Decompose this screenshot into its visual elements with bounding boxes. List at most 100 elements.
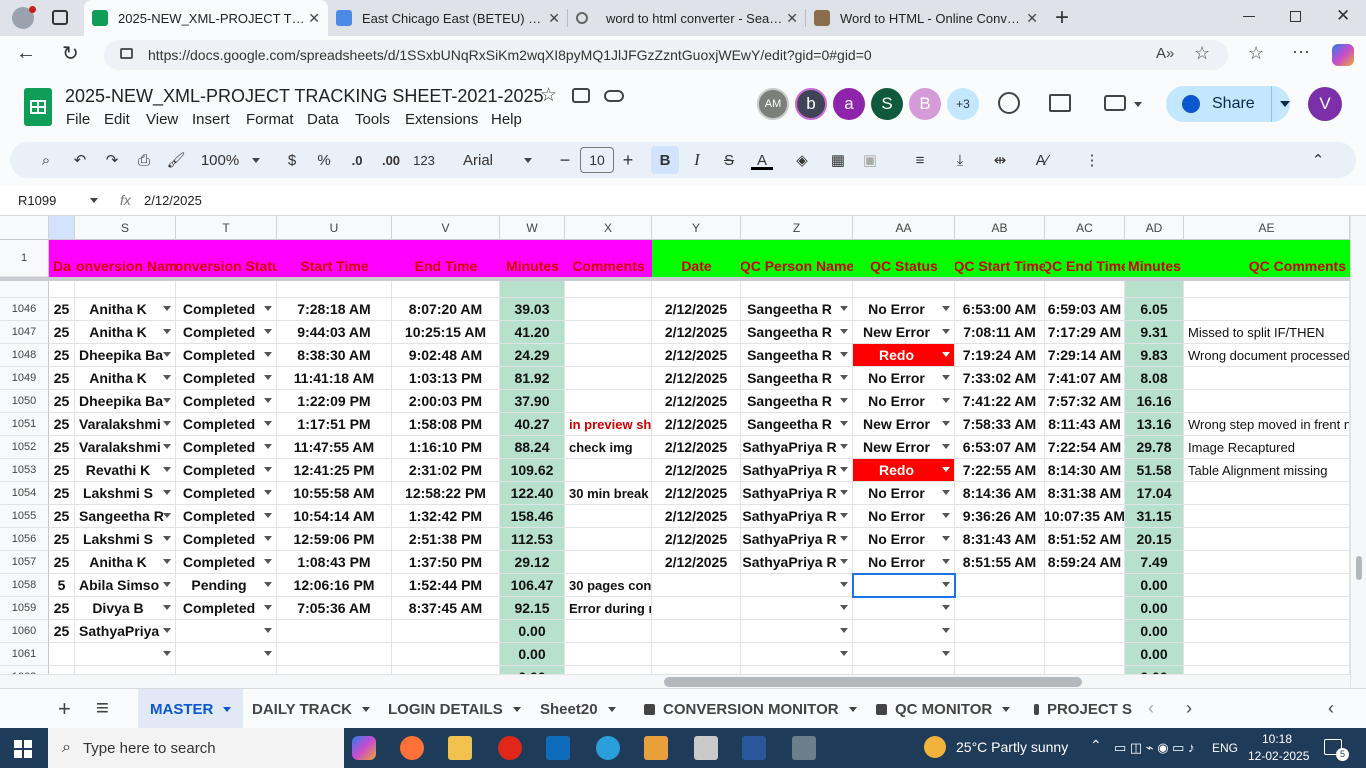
cell[interactable]: Sangeetha R xyxy=(741,367,853,390)
cell[interactable]: 0.00 xyxy=(500,666,565,674)
cell[interactable] xyxy=(741,666,853,674)
system-tray-icons[interactable]: ▭ ◫ ⌁ ◉ ▭ ♪ xyxy=(1114,740,1195,756)
cell[interactable] xyxy=(565,551,652,574)
cell[interactable] xyxy=(1184,551,1350,574)
row-header[interactable]: 1059 xyxy=(0,597,49,620)
column-header[interactable]: T xyxy=(176,216,277,240)
cell[interactable]: 8.08 xyxy=(1125,367,1184,390)
cell[interactable]: New Error xyxy=(853,413,955,436)
cell[interactable]: 109.62 xyxy=(500,459,565,482)
cell[interactable]: 25 xyxy=(49,482,75,505)
cell[interactable]: 24.29 xyxy=(500,344,565,367)
cell[interactable]: 6:53:07 AM xyxy=(955,436,1045,459)
cell[interactable]: 6.05 xyxy=(1125,298,1184,321)
chevron-down-icon[interactable] xyxy=(840,398,848,403)
chevron-down-icon[interactable] xyxy=(252,158,260,163)
cell[interactable] xyxy=(565,321,652,344)
cell[interactable] xyxy=(741,281,853,298)
chevron-down-icon[interactable] xyxy=(264,421,272,426)
chevron-down-icon[interactable] xyxy=(163,444,171,449)
chevron-down-icon[interactable] xyxy=(163,306,171,311)
cell[interactable] xyxy=(1184,528,1350,551)
menu-insert[interactable]: Insert xyxy=(192,111,230,128)
cell[interactable] xyxy=(75,281,176,298)
restore-icon[interactable] xyxy=(1290,11,1301,22)
cell[interactable] xyxy=(1184,367,1350,390)
cell[interactable]: 1:22:09 PM xyxy=(277,390,392,413)
cell[interactable] xyxy=(49,281,75,298)
chevron-down-icon[interactable] xyxy=(840,536,848,541)
collaborator-avatar[interactable]: B xyxy=(909,88,941,120)
cell[interactable] xyxy=(1184,574,1350,597)
more-formats-button[interactable]: 123 xyxy=(412,142,436,178)
cell[interactable] xyxy=(652,620,741,643)
cell[interactable] xyxy=(75,643,176,666)
cell[interactable]: 2:31:02 PM xyxy=(392,459,500,482)
windows-start-icon[interactable] xyxy=(14,740,32,758)
cell[interactable]: 1:58:08 PM xyxy=(392,413,500,436)
row-header[interactable]: 1046 xyxy=(0,298,49,321)
cell[interactable]: 122.40 xyxy=(500,482,565,505)
cell[interactable]: check img xyxy=(565,436,652,459)
cell[interactable]: 8:14:30 AM xyxy=(1045,459,1125,482)
taskbar-search-box[interactable]: ⌕ Type here to search xyxy=(48,728,344,768)
cell[interactable]: 81.92 xyxy=(500,367,565,390)
text-wrapping-icon[interactable]: ⇹ xyxy=(990,142,1010,178)
cell[interactable]: No Error xyxy=(853,367,955,390)
chevron-down-icon[interactable] xyxy=(264,628,272,633)
cell[interactable]: Completed xyxy=(176,390,277,413)
header-cell[interactable]: Conversion Name xyxy=(75,240,176,277)
close-tab-icon[interactable]: ✕ xyxy=(308,10,320,27)
cell[interactable]: 7:22:55 AM xyxy=(955,459,1045,482)
chevron-down-icon[interactable] xyxy=(840,605,848,610)
comments-icon[interactable] xyxy=(1049,94,1071,112)
cell[interactable]: 12:59:06 PM xyxy=(277,528,392,551)
cell[interactable]: 25 xyxy=(49,597,75,620)
favorite-star-icon[interactable]: ☆ xyxy=(1194,43,1210,64)
cell[interactable]: Abila Simso xyxy=(75,574,176,597)
cell[interactable]: Dheepika Ba xyxy=(75,390,176,413)
cell[interactable]: 9.83 xyxy=(1125,344,1184,367)
cell[interactable] xyxy=(652,597,741,620)
chevron-down-icon[interactable] xyxy=(264,605,272,610)
cell[interactable]: 1:08:43 PM xyxy=(277,551,392,574)
percent-format-button[interactable]: % xyxy=(316,142,332,178)
chevron-down-icon[interactable] xyxy=(840,444,848,449)
cell[interactable]: 0.00 xyxy=(1125,666,1184,674)
vertical-scrollbar[interactable] xyxy=(1350,216,1366,688)
cell[interactable]: SathyaPriya R xyxy=(741,551,853,574)
cell[interactable]: Redo xyxy=(853,459,955,482)
chevron-down-icon[interactable] xyxy=(840,651,848,656)
cell[interactable]: New Error xyxy=(853,321,955,344)
user-avatar[interactable]: V xyxy=(1308,87,1342,121)
cell[interactable] xyxy=(1184,505,1350,528)
cell[interactable] xyxy=(565,666,652,674)
cell[interactable] xyxy=(1184,620,1350,643)
edge-icon[interactable] xyxy=(596,736,620,760)
new-tab-icon[interactable]: + xyxy=(1055,4,1069,32)
cell[interactable]: Sangeetha R xyxy=(741,413,853,436)
chevron-down-icon[interactable] xyxy=(942,582,950,587)
chevron-down-icon[interactable] xyxy=(163,536,171,541)
row-header[interactable]: 1052 xyxy=(0,436,49,459)
file-explorer-icon[interactable] xyxy=(448,736,472,760)
cell[interactable]: Table Alignment missing xyxy=(1184,459,1350,482)
cell[interactable]: 2/12/2025 xyxy=(652,413,741,436)
cell[interactable]: Completed xyxy=(176,597,277,620)
column-header[interactable]: X xyxy=(565,216,652,240)
cell[interactable]: 0.00 xyxy=(1125,574,1184,597)
cell[interactable] xyxy=(565,459,652,482)
cell[interactable]: Varalakshmi xyxy=(75,436,176,459)
move-icon[interactable] xyxy=(572,88,590,103)
cell[interactable] xyxy=(955,666,1045,674)
cell[interactable]: 8:51:55 AM xyxy=(955,551,1045,574)
cell[interactable] xyxy=(277,643,392,666)
cell[interactable]: Completed xyxy=(176,344,277,367)
cell[interactable]: 88.24 xyxy=(500,436,565,459)
cell[interactable]: 13.16 xyxy=(1125,413,1184,436)
chevron-down-icon[interactable] xyxy=(942,306,950,311)
column-header[interactable]: AD xyxy=(1125,216,1184,240)
copilot-icon[interactable] xyxy=(1332,44,1354,66)
more-collaborators-badge[interactable]: +3 xyxy=(947,88,979,120)
chevron-down-icon[interactable] xyxy=(264,513,272,518)
